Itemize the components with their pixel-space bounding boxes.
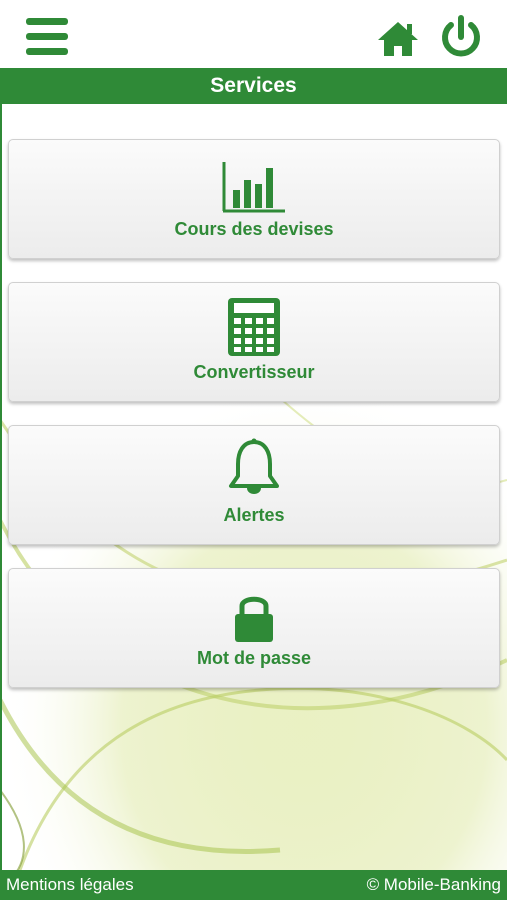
services-list: Cours des devises Convertisseur Alertes … (8, 139, 500, 711)
footer: Mentions légales © Mobile-Banking (0, 870, 507, 900)
service-tile-converter[interactable]: Convertisseur (8, 282, 500, 402)
service-tile-exchange-rates[interactable]: Cours des devises (8, 139, 500, 259)
bar-chart-icon (221, 158, 287, 214)
legal-notice-link[interactable]: Mentions légales (6, 875, 134, 895)
service-tile-password[interactable]: Mot de passe (8, 568, 500, 688)
top-bar (0, 0, 507, 68)
service-label: Cours des devises (174, 219, 334, 239)
power-icon[interactable] (438, 13, 484, 59)
padlock-icon (233, 587, 275, 643)
service-tile-alerts[interactable]: Alertes (8, 425, 500, 545)
bell-icon (227, 438, 281, 500)
service-label: Convertisseur (193, 362, 315, 382)
service-label: Mot de passe (196, 648, 312, 668)
page-title: Services (0, 68, 507, 104)
hamburger-menu-icon[interactable] (26, 18, 70, 56)
service-label: Alertes (223, 505, 285, 525)
copyright-text: © Mobile-Banking (366, 875, 501, 894)
left-edge-line (0, 104, 2, 900)
home-icon[interactable] (376, 16, 420, 60)
calculator-icon (227, 298, 281, 357)
